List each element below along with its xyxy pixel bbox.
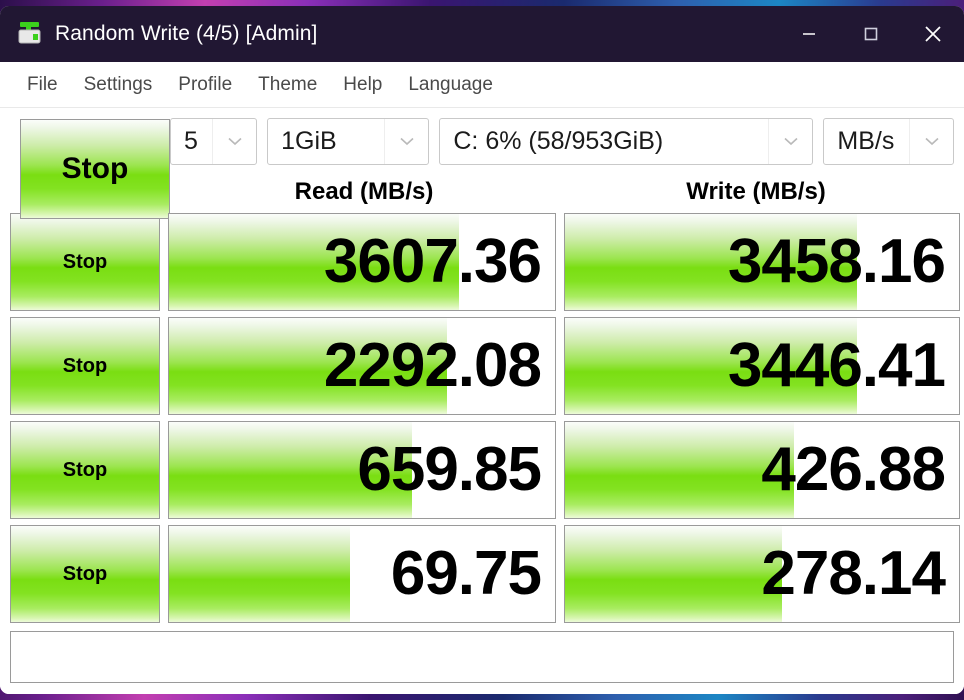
read-result-cell-1[interactable]: 3607.36	[168, 213, 556, 311]
row-stop-button-4[interactable]: Stop	[10, 525, 160, 623]
read-bar-4	[169, 526, 351, 622]
chevron-down-icon[interactable]	[909, 119, 953, 164]
menu-item-file[interactable]: File	[14, 70, 71, 100]
write-result-cell-1[interactable]: 3458.16	[564, 213, 960, 311]
menu-item-theme[interactable]: Theme	[245, 70, 330, 100]
maximize-button[interactable]	[840, 6, 902, 62]
write-result-cell-3[interactable]: 426.88	[564, 421, 960, 519]
results-table: Stop 3607.36 3458.16 Stop 2292.08 3446.4…	[10, 213, 960, 623]
unit-select[interactable]: MB/s	[823, 118, 955, 165]
write-value-2: 3446.41	[727, 331, 946, 400]
write-bar-3	[565, 422, 794, 518]
menu-bar: File Settings Profile Theme Help Languag…	[0, 62, 964, 108]
row-stop-button-3[interactable]: Stop	[10, 421, 160, 519]
window-controls	[778, 6, 964, 62]
menu-item-language[interactable]: Language	[395, 70, 506, 100]
start-stop-button[interactable]: Stop	[20, 119, 170, 219]
read-result-cell-2[interactable]: 2292.08	[168, 317, 556, 415]
chevron-down-icon[interactable]	[768, 119, 812, 164]
write-value-3: 426.88	[761, 435, 946, 504]
table-row: Stop 69.75 278.14	[10, 525, 960, 623]
row-stop-button-1[interactable]: Stop	[10, 213, 160, 311]
disk-benchmark-icon	[15, 19, 45, 49]
table-row: Stop 659.85 426.88	[10, 421, 960, 519]
menu-item-help[interactable]: Help	[330, 70, 395, 100]
close-button[interactable]	[902, 6, 964, 62]
unit-value: MB/s	[837, 127, 895, 155]
test-count-select[interactable]: 5	[170, 118, 258, 165]
test-size-value: 1GiB	[281, 127, 337, 155]
drive-select[interactable]: C: 6% (58/953GiB)	[439, 118, 814, 165]
chevron-down-icon[interactable]	[384, 119, 428, 164]
read-value-1: 3607.36	[323, 227, 542, 296]
test-count-value: 5	[184, 127, 198, 155]
main-content: Stop 5 1GiB C: 6% (58/953GiB) MB/s Read …	[0, 108, 964, 694]
header-write: Write (MB/s)	[686, 178, 826, 205]
row-stop-button-2[interactable]: Stop	[10, 317, 160, 415]
minimize-button[interactable]	[778, 6, 840, 62]
close-icon	[925, 26, 941, 42]
table-row: Stop 3607.36 3458.16	[10, 213, 960, 311]
maximize-icon	[864, 27, 878, 41]
menu-item-settings[interactable]: Settings	[71, 70, 166, 100]
test-size-select[interactable]: 1GiB	[267, 118, 430, 165]
app-window: Random Write (4/5) [Admin] File Settings…	[0, 6, 964, 694]
read-result-cell-4[interactable]: 69.75	[168, 525, 556, 623]
status-bar	[10, 631, 954, 683]
read-value-2: 2292.08	[323, 331, 542, 400]
write-value-4: 278.14	[761, 539, 946, 608]
read-value-3: 659.85	[357, 435, 542, 504]
menu-item-profile[interactable]: Profile	[165, 70, 245, 100]
window-title: Random Write (4/5) [Admin]	[55, 22, 318, 45]
write-result-cell-4[interactable]: 278.14	[564, 525, 960, 623]
chevron-down-icon[interactable]	[212, 119, 256, 164]
drive-value: C: 6% (58/953GiB)	[453, 127, 664, 155]
minimize-icon	[803, 33, 815, 35]
write-bar-4	[565, 526, 782, 622]
table-row: Stop 2292.08 3446.41	[10, 317, 960, 415]
write-result-cell-2[interactable]: 3446.41	[564, 317, 960, 415]
header-read: Read (MB/s)	[294, 178, 434, 205]
read-value-4: 69.75	[390, 539, 542, 608]
write-value-1: 3458.16	[727, 227, 946, 296]
title-bar[interactable]: Random Write (4/5) [Admin]	[0, 6, 964, 62]
read-result-cell-3[interactable]: 659.85	[168, 421, 556, 519]
